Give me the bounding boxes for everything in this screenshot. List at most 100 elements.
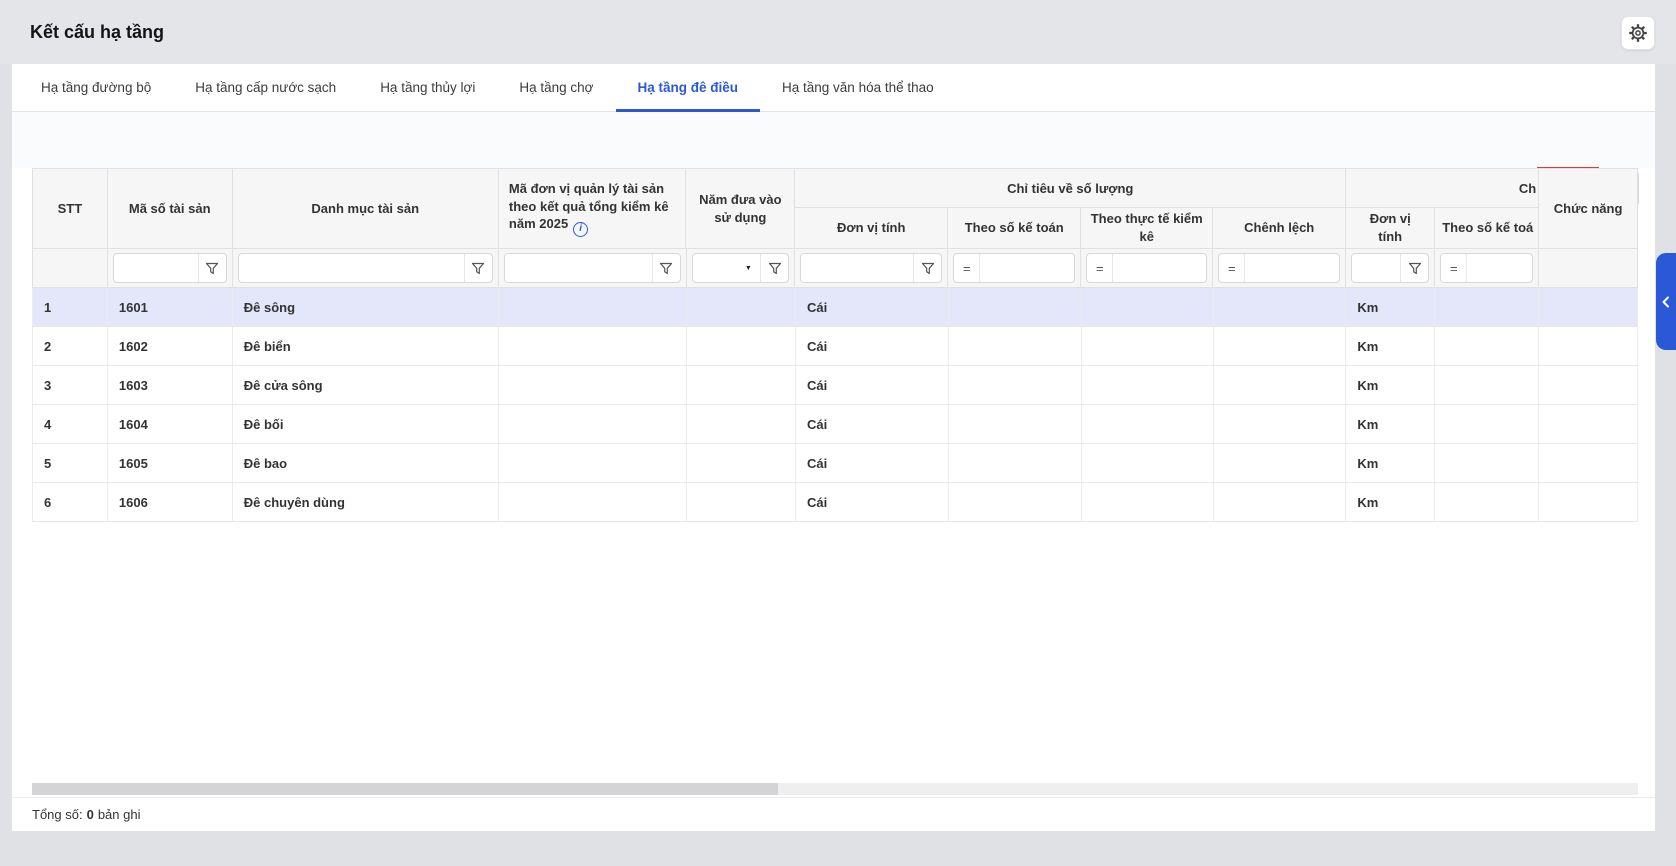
- table-row[interactable]: 2 1602 Đê biển Cái Km: [32, 327, 1638, 366]
- table-row[interactable]: 4 1604 Đê bối Cái Km: [32, 405, 1638, 444]
- cell-unit-2: Km: [1346, 288, 1435, 326]
- tab-ha-tang-van-hoa-the-thao[interactable]: Hạ tầng văn hóa thể thao: [760, 64, 956, 111]
- funnel-icon[interactable]: [760, 254, 788, 282]
- year-filter-select[interactable]: [693, 254, 737, 282]
- column-header-asset-category[interactable]: Danh mục tài sản: [233, 169, 499, 248]
- asset-code-filter-input[interactable]: [114, 254, 198, 282]
- column-header-mgmt-unit-code[interactable]: Mã đơn vị quản lý tài sản theo kết quả t…: [499, 169, 687, 248]
- column-header-unit-2[interactable]: Đơn vị tính: [1346, 208, 1435, 248]
- cell-empty: [1539, 444, 1637, 482]
- cell-empty: [499, 327, 687, 365]
- unit-2-filter-input[interactable]: [1352, 254, 1400, 282]
- cell-asset-category: Đê bao: [233, 444, 500, 482]
- cell-empty: [499, 444, 687, 482]
- side-panel-toggle[interactable]: [1656, 253, 1676, 350]
- column-group-value: Ch Đơn vị tính Theo số kế toá: [1346, 169, 1539, 248]
- chevron-left-icon: [1660, 295, 1672, 309]
- gear-icon: [1628, 23, 1648, 43]
- cell-empty: [949, 405, 1082, 443]
- cell-empty: [499, 288, 687, 326]
- funnel-icon[interactable]: [1400, 254, 1428, 282]
- content-card: Hạ tầng đường bộ Hạ tầng cấp nước sạch H…: [12, 64, 1655, 831]
- by-accounting-filter-input[interactable]: [980, 254, 1074, 282]
- table-row[interactable]: 1 1601 Đê sông Cái Km: [32, 288, 1638, 327]
- cell-empty: [1539, 405, 1637, 443]
- cell-asset-code: 1606: [108, 483, 233, 521]
- mgmt-unit-code-filter-input[interactable]: [505, 254, 652, 282]
- cell-asset-category: Đê cửa sông: [233, 366, 500, 404]
- caret-down-icon[interactable]: ▼: [736, 254, 760, 282]
- tab-ha-tang-cho[interactable]: Hạ tầng chợ: [497, 64, 615, 111]
- column-header-year-in-use[interactable]: Năm đưa vào sử dụng: [686, 169, 795, 248]
- filter-cell-by-inventory: =: [1081, 249, 1213, 287]
- horizontal-scrollbar: [32, 783, 1638, 795]
- tab-ha-tang-de-dieu[interactable]: Hạ tầng đê điều: [616, 64, 761, 111]
- table-row[interactable]: 6 1606 Đê chuyên dùng Cái Km: [32, 483, 1638, 522]
- filter-cell-stt: [33, 249, 108, 287]
- cell-stt: 4: [33, 405, 108, 443]
- by-inventory-filter-input[interactable]: [1113, 254, 1206, 282]
- column-header-by-accounting-2-clipped[interactable]: Theo số kế toá: [1435, 208, 1539, 248]
- filter-cell-actions: [1539, 249, 1637, 287]
- equals-operator[interactable]: =: [1441, 254, 1467, 282]
- cell-empty: [1082, 444, 1214, 482]
- equals-operator[interactable]: =: [954, 254, 980, 282]
- column-header-unit[interactable]: Đơn vị tính: [795, 208, 948, 248]
- column-group-quantity: Chỉ tiêu về số lượng Đơn vị tính Theo số…: [795, 169, 1346, 248]
- cell-empty: [687, 288, 796, 326]
- cell-empty: [1435, 288, 1539, 326]
- unit-filter-input[interactable]: [801, 254, 913, 282]
- column-header-stt[interactable]: STT: [33, 169, 108, 248]
- cell-unit: Cái: [796, 327, 949, 365]
- equals-operator[interactable]: =: [1219, 254, 1245, 282]
- asset-category-filter-input[interactable]: [239, 254, 464, 282]
- difference-filter-input[interactable]: [1245, 254, 1339, 282]
- column-header-by-inventory[interactable]: Theo thực tế kiểm kê: [1081, 208, 1213, 248]
- cell-stt: 2: [33, 327, 108, 365]
- cell-asset-category: Đê chuyên dùng: [233, 483, 500, 521]
- tab-ha-tang-thuy-loi[interactable]: Hạ tầng thủy lợi: [358, 64, 497, 111]
- cell-empty: [1214, 327, 1347, 365]
- column-header-actions: Chức năng: [1539, 169, 1637, 248]
- cell-empty: [1082, 327, 1214, 365]
- cell-empty: [1435, 327, 1539, 365]
- cell-stt: 1: [33, 288, 108, 326]
- cell-empty: [1082, 366, 1214, 404]
- funnel-icon[interactable]: [198, 254, 226, 282]
- tab-ha-tang-duong-bo[interactable]: Hạ tầng đường bộ: [19, 64, 173, 111]
- funnel-icon[interactable]: [652, 254, 680, 282]
- cell-unit: Cái: [796, 444, 949, 482]
- app-header: Kết cấu hạ tầng: [0, 0, 1676, 64]
- cell-empty: [1214, 444, 1347, 482]
- funnel-icon[interactable]: [464, 254, 492, 282]
- data-grid: STT Mã số tài sản Danh mục tài sản Mã đơ…: [32, 168, 1638, 522]
- table-row[interactable]: 3 1603 Đê cửa sông Cái Km: [32, 366, 1638, 405]
- cell-empty: [1082, 405, 1214, 443]
- cell-asset-category: Đê biển: [233, 327, 500, 365]
- toolbar: Thêm tài sản Xuất khẩu Sửa: [12, 112, 1655, 168]
- cell-empty: [1539, 483, 1637, 521]
- filter-cell-difference: =: [1213, 249, 1346, 287]
- filter-row: ▼ = = =: [32, 248, 1638, 288]
- equals-operator[interactable]: =: [1087, 254, 1113, 282]
- horizontal-scrollbar-thumb[interactable]: [32, 783, 778, 795]
- column-header-by-accounting[interactable]: Theo số kế toán: [948, 208, 1081, 248]
- total-label: Tổng số:: [32, 807, 83, 822]
- column-header-difference[interactable]: Chênh lệch: [1213, 208, 1346, 248]
- table-row[interactable]: 5 1605 Đê bao Cái Km: [32, 444, 1638, 483]
- cell-asset-category: Đê sông: [233, 288, 500, 326]
- tab-ha-tang-cap-nuoc-sach[interactable]: Hạ tầng cấp nước sạch: [173, 64, 358, 111]
- cell-empty: [1435, 366, 1539, 404]
- cell-empty: [687, 483, 796, 521]
- cell-empty: [1082, 483, 1214, 521]
- info-icon[interactable]: i: [573, 222, 588, 237]
- cell-empty: [687, 366, 796, 404]
- by-accounting-2-filter-input[interactable]: [1467, 254, 1532, 282]
- cell-empty: [949, 366, 1082, 404]
- total-unit: bản ghi: [98, 807, 141, 822]
- cell-stt: 3: [33, 366, 108, 404]
- cell-empty: [1435, 405, 1539, 443]
- settings-button[interactable]: [1621, 16, 1655, 50]
- column-header-asset-code[interactable]: Mã số tài sản: [108, 169, 233, 248]
- funnel-icon[interactable]: [913, 254, 941, 282]
